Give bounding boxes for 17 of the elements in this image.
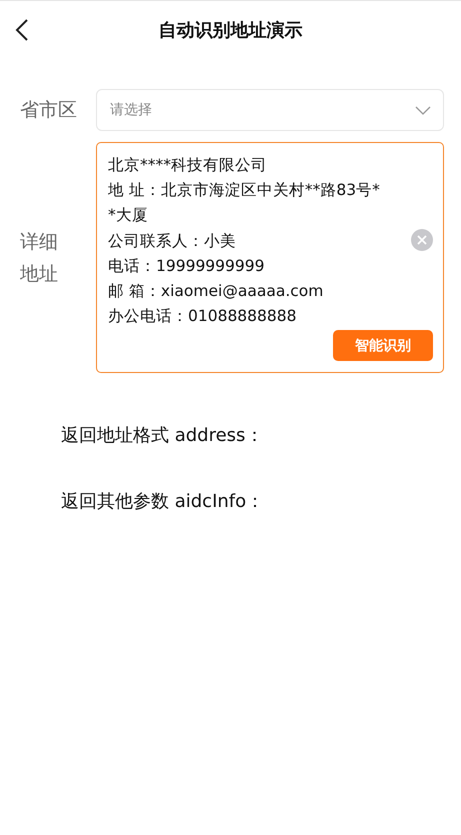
region-label: 省市区 (20, 98, 78, 123)
address-textarea[interactable]: 北京****科技有限公司 地 址：北京市海淀区中关村**路83号* *大厦 公司联系人：小美 电话：19999999999 邮 箱：xiaomei@aaaaa.com 办公电话：01088888888 智能识别 (96, 142, 444, 374)
back-icon (15, 18, 29, 42)
result-label: 返回其他参数 aidcInfo： (61, 490, 266, 514)
page-title: 自动识别地址演示 (158, 19, 302, 42)
region-select[interactable]: 请选择 (96, 89, 444, 131)
address-label: 详细地址 (20, 230, 58, 287)
result-label: 返回地址格式 address： (61, 424, 264, 448)
textarea-line: 地 址：北京市海淀区中关村**路83号* (108, 180, 380, 202)
textarea-line: 电话：19999999999 (108, 256, 264, 277)
textarea-line: 邮 箱：xiaomei@aaaaa.com (108, 281, 324, 302)
recognize-button[interactable]: 智能识别 (333, 330, 433, 362)
chevron-down-icon (415, 106, 431, 114)
textarea-line: 公司联系人：小美 (108, 230, 236, 252)
textarea-line: 北京****科技有限公司 (108, 155, 267, 176)
textarea-line: *大厦 (108, 205, 148, 226)
textarea-line: 办公电话：01088888888 (108, 306, 296, 328)
